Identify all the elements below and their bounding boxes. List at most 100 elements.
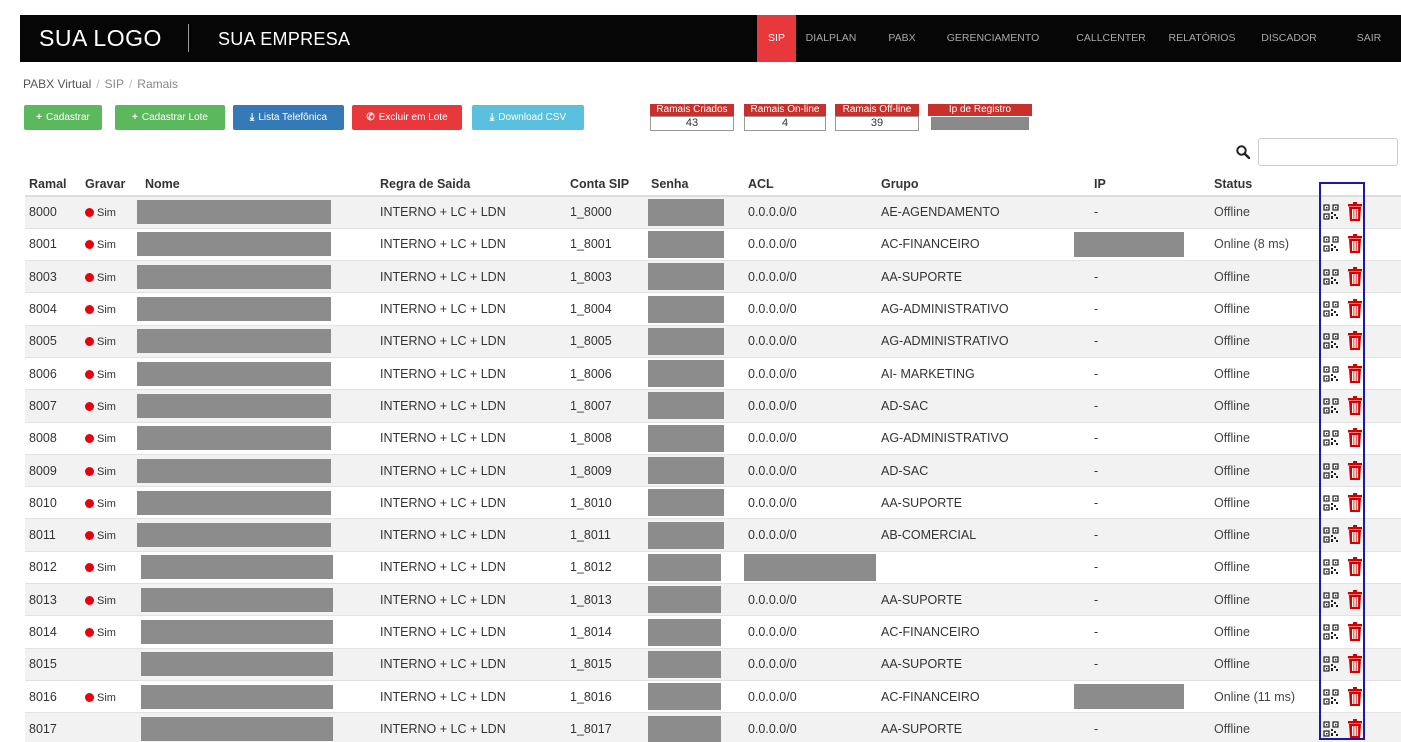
- ramal-cell: 8014: [25, 615, 81, 649]
- cadastrar-lote-button[interactable]: + Cadastrar Lote: [115, 105, 225, 130]
- senha-cell: [647, 518, 744, 552]
- nav-callcenter[interactable]: CALLCENTER: [1074, 15, 1148, 62]
- trash-icon[interactable]: [1346, 492, 1364, 513]
- breadcrumb-pabx-virtual[interactable]: PABX Virtual: [23, 77, 91, 91]
- download-csv-button[interactable]: ⤓ Download CSV: [472, 105, 584, 130]
- table-row[interactable]: 8014 Sim INTERNO + LC + LDN 1_8014 0.0.0.0/0…: [25, 615, 1401, 649]
- table-row[interactable]: 8016 Sim INTERNO + LC + LDN 1_8016 0.0.0.0/0…: [25, 679, 1401, 713]
- table-row[interactable]: 8013 Sim INTERNO + LC + LDN 1_8013 0.0.0.0/0…: [25, 583, 1401, 616]
- qr-code-icon[interactable]: [1323, 333, 1339, 349]
- ip-cell: [1074, 227, 1210, 261]
- table-row[interactable]: 8008 Sim INTERNO + LC + LDN 1_8008 0.0.0.0/0…: [25, 421, 1401, 455]
- qr-code-icon[interactable]: [1323, 721, 1339, 737]
- ramais-table: Ramal Gravar Nome Regra de Saida Conta S…: [25, 171, 1401, 742]
- breadcrumb-sip[interactable]: SIP: [105, 77, 124, 91]
- table-row[interactable]: 8010 Sim INTERNO + LC + LDN 1_8010 0.0.0.0/0…: [25, 486, 1401, 519]
- status-cell: Offline: [1210, 389, 1313, 423]
- qr-code-icon[interactable]: [1323, 366, 1339, 382]
- trash-icon[interactable]: [1346, 622, 1364, 642]
- ip-cell: [1074, 679, 1210, 713]
- table-row[interactable]: 8015 INTERNO + LC + LDN 1_8015 0.0.0.0/0 AA-…: [25, 647, 1401, 681]
- table-row[interactable]: 8004 Sim INTERNO + LC + LDN 1_8004 0.0.0.0/0…: [25, 292, 1401, 326]
- nome-cell: [137, 356, 376, 390]
- record-dot-icon: [85, 337, 94, 347]
- col-regra-saida[interactable]: Regra de Saida: [376, 171, 566, 197]
- grupo-cell: AG-ADMINISTRATIVO: [877, 421, 1090, 455]
- qr-code-icon[interactable]: [1323, 204, 1339, 220]
- col-nome[interactable]: Nome: [141, 171, 376, 197]
- cadastrar-button[interactable]: + Cadastrar: [24, 105, 102, 130]
- trash-icon[interactable]: [1346, 299, 1364, 319]
- qr-code-icon[interactable]: [1323, 398, 1339, 414]
- nav-relatorios[interactable]: RELATÓRIOS: [1166, 15, 1238, 62]
- nav-sip[interactable]: SIP: [757, 15, 796, 62]
- nav-dialplan[interactable]: DIALPLAN: [802, 15, 860, 62]
- qr-code-icon[interactable]: [1323, 301, 1339, 317]
- actions-cell: [1313, 518, 1401, 552]
- col-grupo[interactable]: Grupo: [877, 171, 1090, 197]
- qr-code-icon[interactable]: [1323, 559, 1339, 576]
- qr-code-icon[interactable]: [1323, 592, 1339, 608]
- col-status[interactable]: Status: [1210, 171, 1313, 197]
- col-ramal[interactable]: Ramal: [25, 171, 81, 197]
- excluir-lote-button[interactable]: ✆ Excluir em Lote: [352, 105, 462, 130]
- conta-sip-cell: 1_8017: [566, 712, 647, 742]
- trash-icon[interactable]: [1346, 331, 1364, 351]
- senha-redacted: [648, 198, 724, 226]
- gravar-value: Sim: [97, 271, 116, 284]
- trash-icon[interactable]: [1346, 589, 1364, 610]
- qr-code-icon[interactable]: [1323, 624, 1339, 640]
- qr-code-icon[interactable]: [1323, 269, 1339, 285]
- table-row[interactable]: 8005 Sim INTERNO + LC + LDN 1_8005 0.0.0.0/0…: [25, 324, 1401, 358]
- qr-code-icon[interactable]: [1323, 495, 1339, 511]
- trash-icon[interactable]: [1346, 428, 1364, 448]
- col-gravar[interactable]: Gravar: [81, 171, 141, 197]
- status-cell: Offline: [1210, 518, 1313, 552]
- table-row[interactable]: 8001 Sim INTERNO + LC + LDN 1_8001 0.0.0.0/0…: [25, 227, 1401, 261]
- col-senha[interactable]: Senha: [647, 171, 744, 197]
- trash-icon[interactable]: [1346, 234, 1364, 254]
- counter-ramais-criados: Ramais Criados 43: [650, 104, 734, 132]
- qr-code-icon[interactable]: [1323, 462, 1339, 479]
- qr-code-icon[interactable]: [1323, 656, 1339, 672]
- table-row[interactable]: 8007 Sim INTERNO + LC + LDN 1_8007 0.0.0.0/0…: [25, 389, 1401, 423]
- search-input[interactable]: [1258, 138, 1398, 166]
- grupo-cell: AC-FINANCEIRO: [877, 679, 1090, 713]
- trash-icon[interactable]: [1346, 686, 1364, 707]
- col-acl[interactable]: ACL: [744, 171, 877, 197]
- trash-icon[interactable]: [1346, 557, 1364, 577]
- trash-icon[interactable]: [1346, 460, 1364, 481]
- ip-cell: -: [1090, 356, 1210, 390]
- table-row[interactable]: 8006 Sim INTERNO + LC + LDN 1_8006 0.0.0.0/0…: [25, 356, 1401, 390]
- regra-cell: INTERNO + LC + LDN: [376, 583, 566, 616]
- nav-discador[interactable]: DISCADOR: [1253, 15, 1325, 62]
- trash-icon[interactable]: [1346, 654, 1364, 674]
- table-row[interactable]: 8011 Sim INTERNO + LC + LDN 1_8011 0.0.0.0/0…: [25, 518, 1401, 552]
- col-ip[interactable]: IP: [1090, 171, 1210, 197]
- trash-icon[interactable]: [1346, 202, 1364, 222]
- qr-code-icon[interactable]: [1323, 430, 1339, 446]
- col-conta-sip[interactable]: Conta SIP: [566, 171, 647, 197]
- nav-pabx[interactable]: PABX: [882, 15, 922, 62]
- ip-cell: -: [1090, 615, 1210, 649]
- nav-gerenciamento[interactable]: GERENCIAMENTO: [932, 15, 1054, 62]
- trash-icon[interactable]: [1346, 525, 1364, 545]
- trash-icon[interactable]: [1346, 395, 1364, 416]
- qr-code-icon[interactable]: [1323, 527, 1339, 543]
- qr-code-icon[interactable]: [1323, 688, 1339, 705]
- trash-icon[interactable]: [1346, 719, 1364, 739]
- ip-value: -: [1094, 302, 1099, 317]
- gravar-cell: Sim: [81, 679, 141, 713]
- lista-telefonica-button[interactable]: ⤓ Lista Telefônica: [233, 105, 344, 130]
- table-row[interactable]: 8017 INTERNO + LC + LDN 1_8017 0.0.0.0/0 AA-…: [25, 712, 1401, 742]
- qr-code-icon[interactable]: [1323, 236, 1339, 253]
- table-row[interactable]: 8009 Sim INTERNO + LC + LDN 1_8009 0.0.0.0/0…: [25, 453, 1401, 487]
- trash-icon[interactable]: [1346, 363, 1364, 384]
- senha-cell: [647, 421, 744, 455]
- nav-sair[interactable]: SAIR: [1347, 15, 1391, 62]
- trash-icon[interactable]: [1346, 266, 1364, 287]
- table-row[interactable]: 8003 Sim INTERNO + LC + LDN 1_8003 0.0.0.0/0…: [25, 260, 1401, 293]
- nome-redacted: [137, 458, 331, 483]
- table-row[interactable]: 8000 Sim INTERNO + LC + LDN 1_8000 0.0.0.0/0…: [25, 195, 1401, 229]
- table-row[interactable]: 8012 Sim INTERNO + LC + LDN 1_8012 - Offline: [25, 550, 1401, 584]
